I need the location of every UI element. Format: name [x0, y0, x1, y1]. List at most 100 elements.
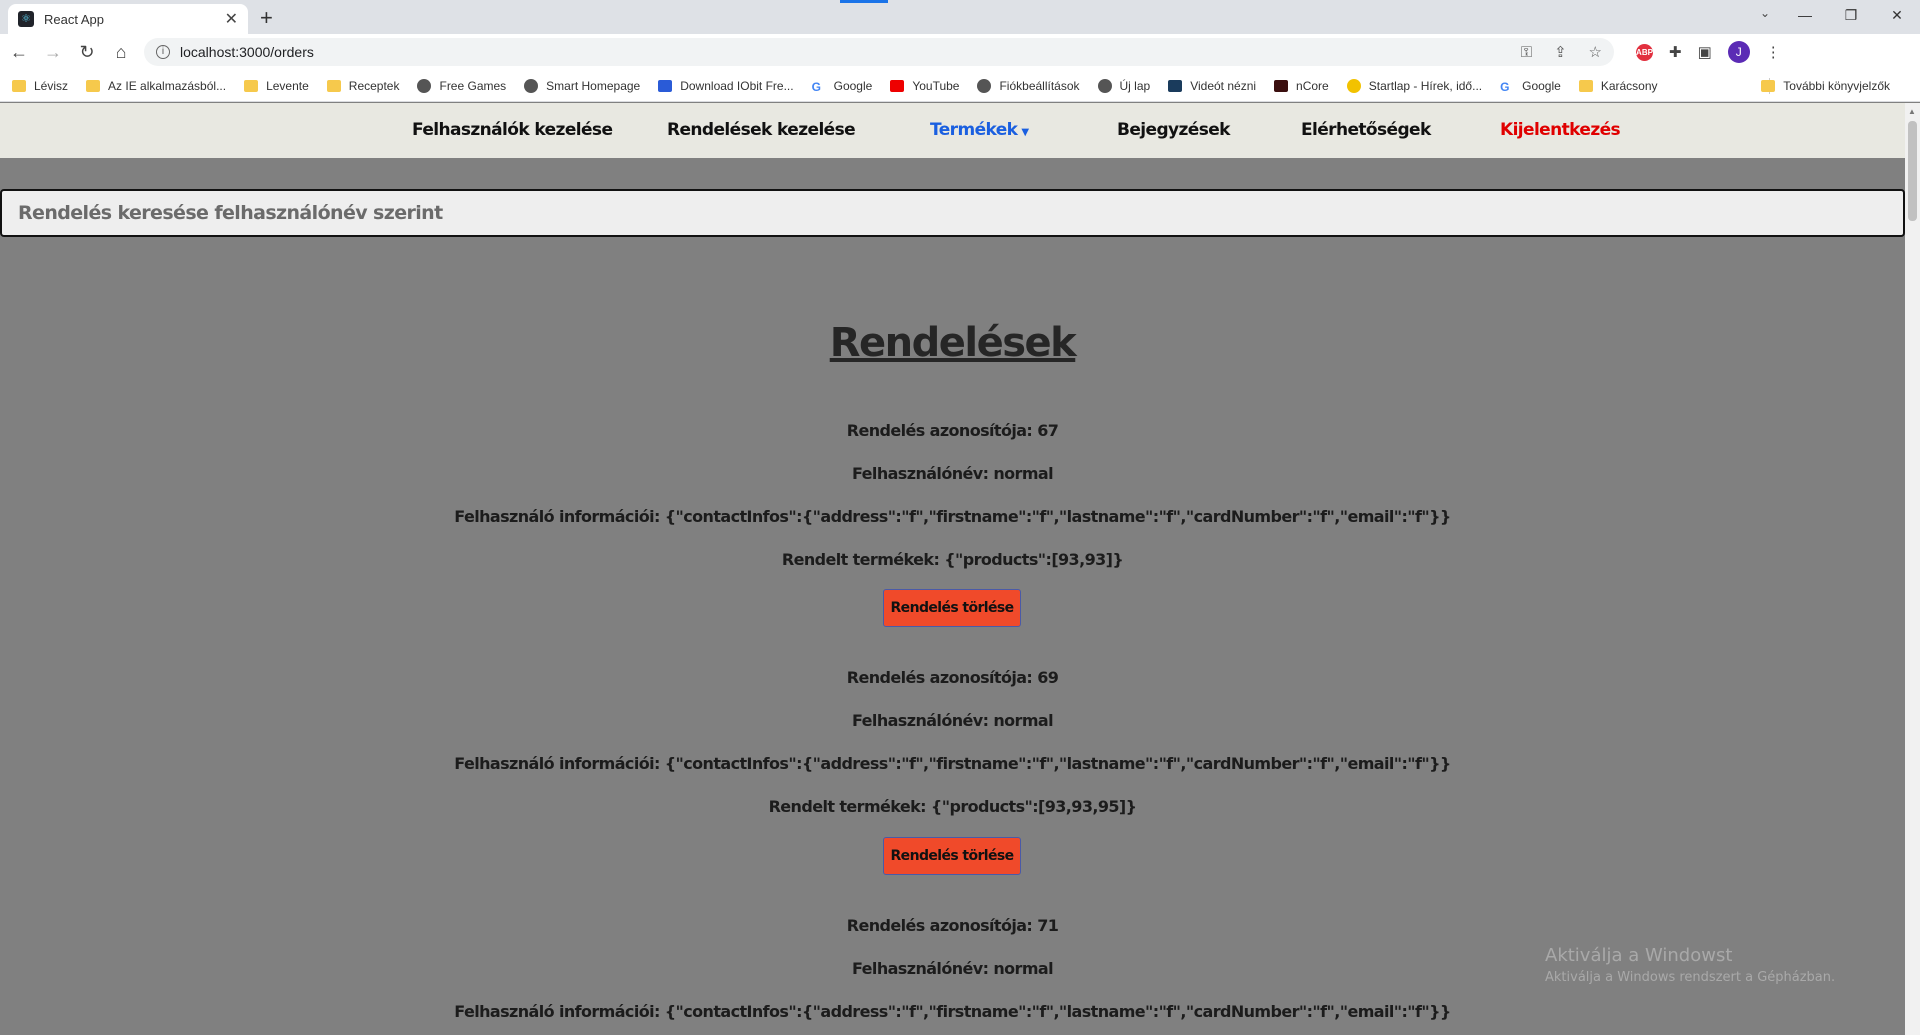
site-info-icon[interactable]: i	[156, 45, 170, 59]
tab-strip: ⚛ React App ✕ + ⌄ — ❐ ✕	[0, 0, 1920, 34]
order-products: Rendelt termékek: {"products":[93,93,95]…	[768, 797, 1137, 816]
reload-button[interactable]: ↻	[72, 42, 102, 63]
minimize-button[interactable]: —	[1782, 0, 1828, 30]
order-username: Felhasználónév: normal	[852, 464, 1054, 483]
page-scrollbar[interactable]: ▲	[1905, 103, 1920, 1035]
bookmark-item[interactable]: Lévisz	[12, 79, 68, 93]
globe-icon	[1097, 78, 1112, 93]
order-id: Rendelés azonosítója: 71	[846, 916, 1059, 935]
bookmark-label: Új lap	[1119, 78, 1151, 93]
bookmark-item[interactable]: Startlap - Hírek, idő...	[1346, 78, 1483, 93]
ncore-icon	[1274, 79, 1289, 92]
bookmark-item[interactable]: G Google	[1500, 78, 1561, 94]
nav-posts-link[interactable]: Bejegyzések	[1117, 103, 1230, 158]
order-user-info: Felhasználó információi: {"contactInfos"…	[454, 754, 1451, 773]
bookmark-label: Videót nézni	[1190, 78, 1257, 93]
browser-tab[interactable]: ⚛ React App ✕	[8, 4, 248, 34]
folder-icon	[1761, 80, 1776, 92]
scrollbar-thumb[interactable]	[1908, 121, 1917, 221]
adblock-icon[interactable]: ABP	[1636, 43, 1653, 61]
nav-orders-link[interactable]: Rendelések kezelése	[667, 103, 856, 158]
folder-icon	[244, 79, 259, 92]
bookmark-item[interactable]: Levente	[244, 79, 309, 93]
omnibox-actions: ⚿ ⇪ ☆	[1503, 43, 1602, 61]
order-id: Rendelés azonosítója: 69	[846, 668, 1059, 687]
bookmark-item[interactable]: Az IE alkalmazásból...	[86, 79, 226, 93]
order-search-input[interactable]: Rendelés keresése felhasználónév szerint	[0, 189, 1905, 237]
delete-order-button[interactable]: Rendelés törlése	[883, 589, 1021, 627]
key-icon[interactable]: ⚿	[1521, 44, 1532, 61]
address-bar[interactable]: i localhost:3000/orders ⚿ ⇪ ☆	[144, 38, 1614, 66]
share-icon[interactable]: ⇪	[1554, 44, 1567, 61]
bookmark-label: Free Games	[439, 78, 507, 93]
bookmark-item[interactable]: Smart Homepage	[524, 78, 641, 93]
react-icon: ⚛	[18, 11, 34, 27]
main-navbar: Felhasználók kezelése Rendelések kezelés…	[0, 103, 1905, 158]
windows-activation-watermark: Aktiválja a Windowst Aktiválja a Windows…	[1545, 945, 1835, 985]
menu-kebab-icon[interactable]: ⋮	[1766, 43, 1781, 61]
close-window-button[interactable]: ✕	[1874, 0, 1920, 30]
nav-users-link[interactable]: Felhasználók kezelése	[412, 103, 613, 158]
bookmark-item[interactable]: Free Games	[417, 78, 507, 93]
order-username: Felhasználónév: normal	[852, 711, 1054, 730]
bookmark-label: Lévisz	[34, 78, 69, 93]
bookmark-item[interactable]: Fiókbeállítások	[977, 78, 1080, 93]
folder-icon	[12, 79, 26, 92]
bookmark-item[interactable]: nCore	[1274, 79, 1329, 93]
bookmark-label: Smart Homepage	[546, 78, 641, 93]
bookmark-label: YouTube	[912, 78, 960, 93]
window-controls: — ❐ ✕	[1782, 0, 1920, 30]
puzzle-icon[interactable]: ✚	[1669, 43, 1682, 61]
folder-icon	[1578, 79, 1593, 92]
other-bookmarks-label: További könyvjelzők	[1783, 79, 1890, 93]
bookmark-item[interactable]: G Google	[811, 78, 873, 94]
bookmark-item[interactable]: Receptek	[326, 78, 400, 93]
order-id: Rendelés azonosítója: 67	[846, 421, 1059, 440]
close-tab-icon[interactable]: ✕	[225, 9, 238, 29]
star-icon[interactable]: ☆	[1589, 44, 1602, 61]
order-user-info: Felhasználó információi: {"contactInfos"…	[454, 507, 1451, 526]
nav-logout-link[interactable]: Kijelentkezés	[1500, 103, 1621, 158]
url-text[interactable]: localhost:3000/orders	[180, 44, 1503, 60]
bookmark-item[interactable]: Videót nézni	[1168, 79, 1256, 93]
bookmark-label: Google	[833, 78, 873, 93]
other-bookmarks[interactable]: További könyvjelzők	[1761, 79, 1890, 93]
tab-strip-indicator	[840, 0, 888, 3]
forward-button[interactable]: →	[38, 42, 68, 63]
home-button[interactable]: ⌂	[106, 42, 136, 63]
scroll-up-icon[interactable]: ▲	[1908, 107, 1916, 116]
start-icon	[1346, 78, 1361, 93]
extensions-area: ABP ✚ ▣ J ⋮	[1628, 41, 1789, 63]
tab-title: React App	[44, 11, 104, 27]
google-icon: G	[1500, 79, 1510, 94]
bookmark-label: Karácsony	[1600, 78, 1658, 93]
browser-toolbar: ← → ↻ ⌂ i localhost:3000/orders ⚿ ⇪ ☆ AB…	[0, 34, 1920, 70]
nav-products-label: Termékek	[930, 120, 1018, 140]
yt-icon	[890, 79, 905, 92]
order-products: Rendelt termékek: {"products":[93,93]}	[781, 550, 1124, 569]
tab-search-icon[interactable]: ⌄	[1760, 6, 1770, 20]
nav-products-dropdown[interactable]: Termékek ▼	[930, 103, 1029, 158]
google-icon: G	[811, 79, 821, 94]
new-tab-button[interactable]: +	[260, 5, 273, 31]
restore-button[interactable]: ❐	[1828, 0, 1874, 30]
bookmark-item[interactable]: Karácsony	[1578, 78, 1658, 93]
profile-avatar[interactable]: J	[1727, 41, 1750, 63]
bookmark-label: Startlap - Hírek, idő...	[1368, 78, 1483, 93]
bookmark-label: Fiókbeállítások	[999, 78, 1080, 93]
back-button[interactable]: ←	[4, 42, 34, 63]
bookmark-item[interactable]: Új lap	[1097, 78, 1151, 93]
bookmark-label: Receptek	[348, 78, 400, 93]
watermark-subtitle: Aktiválja a Windows rendszert a Gépházba…	[1545, 970, 1836, 985]
bookmark-label: Az IE alkalmazásból...	[108, 78, 227, 93]
bookmark-item[interactable]: YouTube	[890, 79, 959, 93]
bookmark-label: Google	[1522, 78, 1561, 93]
blue-icon	[658, 79, 673, 92]
side-panel-icon[interactable]: ▣	[1698, 43, 1712, 61]
bookmark-item[interactable]: Download IObit Fre...	[658, 79, 794, 93]
caret-down-icon: ▼	[1021, 127, 1029, 138]
bookmark-label: nCore	[1296, 78, 1329, 93]
nav-contacts-link[interactable]: Elérhetőségek	[1301, 103, 1431, 158]
delete-order-button[interactable]: Rendelés törlése	[883, 837, 1021, 875]
watermark-title: Aktiválja a Windowst	[1545, 945, 1733, 966]
